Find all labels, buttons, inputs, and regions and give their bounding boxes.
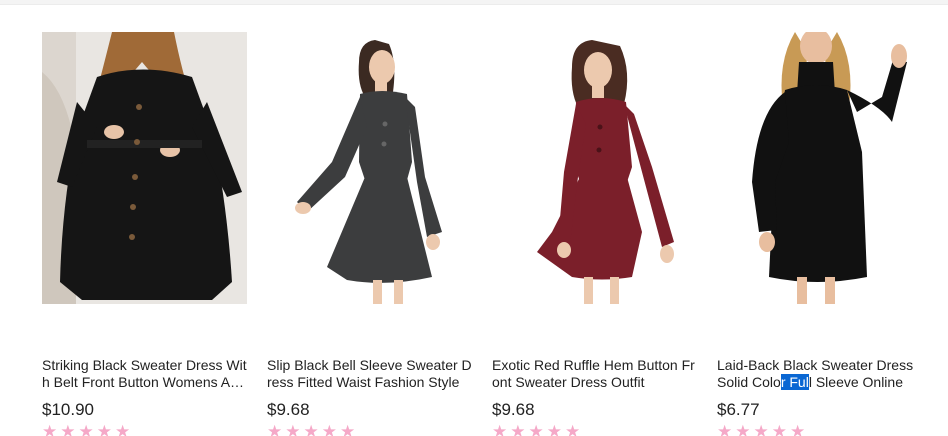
- product-price: $9.68: [267, 400, 310, 419]
- product-image[interactable]: [717, 32, 922, 304]
- product-price: $10.90: [42, 400, 94, 419]
- product-price: $6.77: [717, 400, 760, 419]
- product-card[interactable]: Striking Black Sweater Dress With Belt F…: [42, 32, 248, 436]
- product-card[interactable]: Exotic Red Ruffle Hem Button Front Sweat…: [492, 32, 698, 436]
- rating-stars: ★★★★★: [717, 422, 809, 436]
- top-divider: [0, 0, 948, 5]
- product-title[interactable]: Slip Black Bell Sleeve Sweater Dress Fit…: [267, 357, 473, 391]
- rating-stars: ★★★★★: [42, 422, 134, 436]
- product-title[interactable]: Striking Black Sweater Dress With Belt F…: [42, 357, 248, 391]
- product-title[interactable]: Laid-Back Black Sweater Dress Solid Colo…: [717, 357, 923, 391]
- product-card[interactable]: Slip Black Bell Sleeve Sweater Dress Fit…: [267, 32, 473, 436]
- product-image[interactable]: [42, 32, 247, 304]
- product-title[interactable]: Exotic Red Ruffle Hem Button Front Sweat…: [492, 357, 698, 391]
- dress-photo-icon: [717, 32, 922, 304]
- title-text: l Sleeve Online: [808, 374, 903, 390]
- product-price: $9.68: [492, 400, 535, 419]
- dress-photo-icon: [267, 32, 472, 304]
- rating-stars: ★★★★★: [267, 422, 359, 436]
- rating-stars: ★★★★★: [492, 422, 584, 436]
- text-selection: r Ful: [780, 374, 809, 390]
- product-image[interactable]: [492, 32, 697, 304]
- product-card[interactable]: Laid-Back Black Sweater Dress Solid Colo…: [717, 32, 923, 436]
- dress-photo-icon: [42, 32, 247, 304]
- dress-photo-icon: [492, 32, 697, 304]
- product-image[interactable]: [267, 32, 472, 304]
